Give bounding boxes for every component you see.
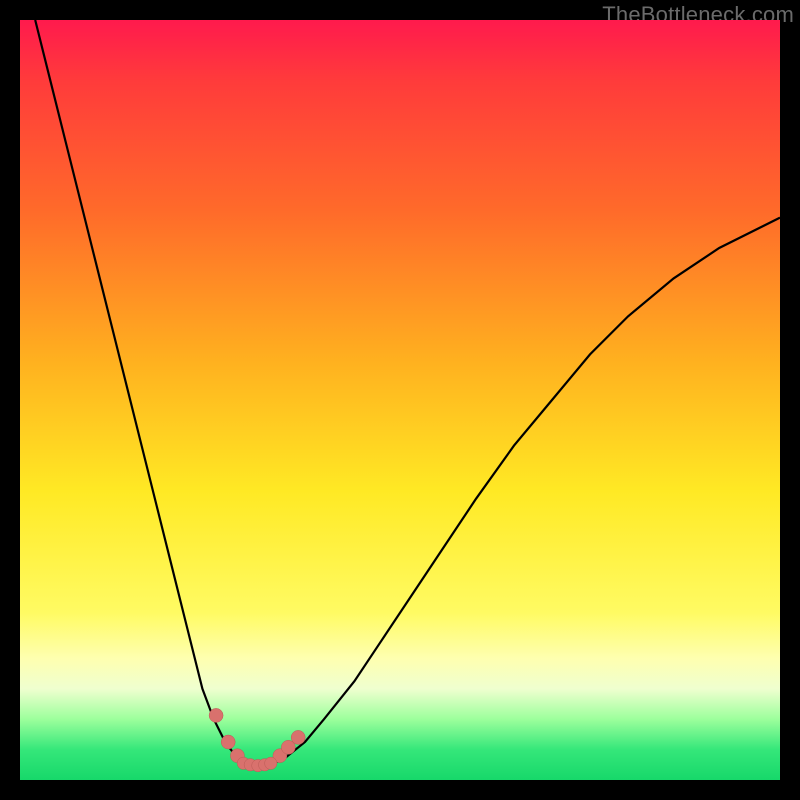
chart-svg [20, 20, 780, 780]
marker-layer [209, 708, 305, 771]
data-marker [209, 708, 223, 722]
data-marker [221, 735, 235, 749]
data-marker [265, 757, 277, 769]
data-marker [291, 730, 305, 744]
chart-frame [20, 20, 780, 780]
curve-right-branch [271, 218, 780, 765]
curve-left-branch [35, 20, 248, 765]
